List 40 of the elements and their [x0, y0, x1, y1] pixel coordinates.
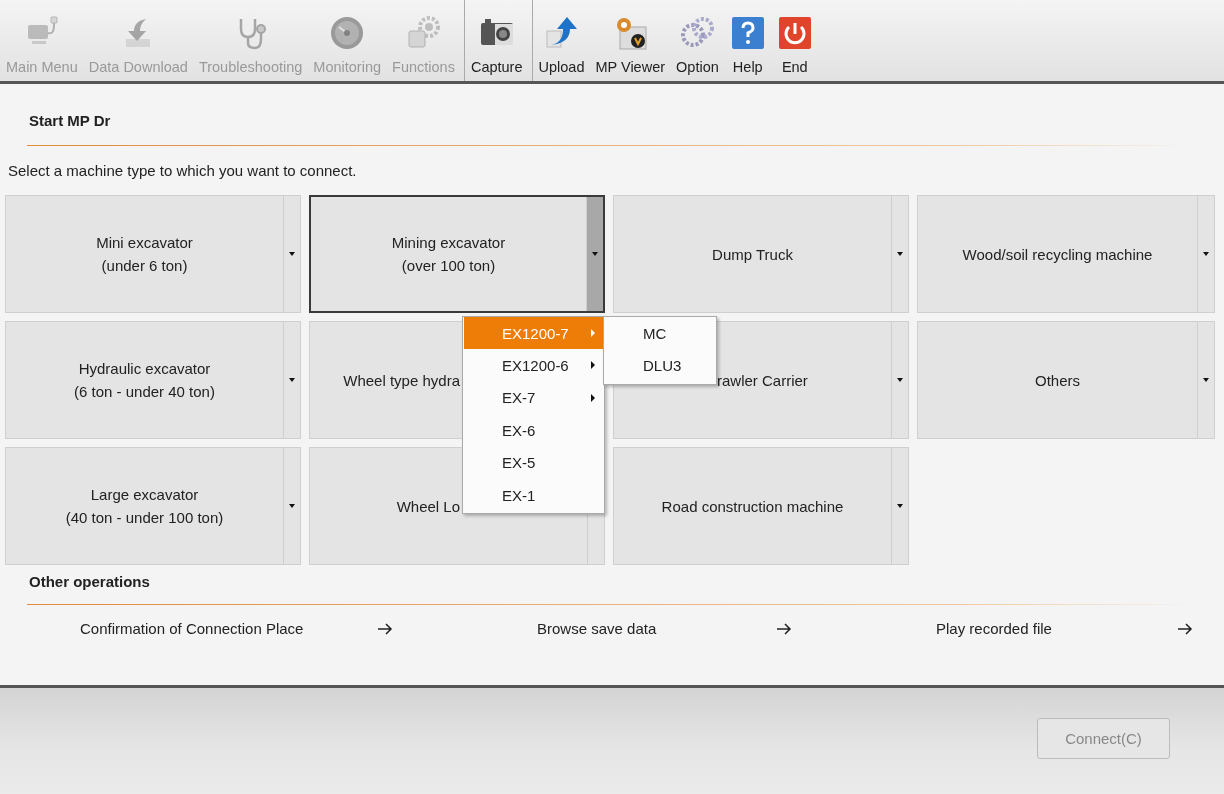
menu-item[interactable]: EX-7: [464, 381, 603, 415]
menu-item[interactable]: EX-6: [464, 414, 603, 447]
toolbar-button[interactable]: Capture: [466, 0, 527, 81]
section-title: Other operations: [28, 572, 151, 592]
toolbar-button[interactable]: Help: [725, 0, 770, 81]
caret-icon: [289, 378, 295, 382]
arrow-icon[interactable]: [377, 622, 393, 635]
menu-item[interactable]: EX-5: [464, 446, 603, 479]
submenu-arrow-icon: [591, 393, 595, 402]
caret-icon: [897, 252, 903, 256]
arrow-icon[interactable]: [776, 622, 792, 635]
section-title: Start MP Dr: [28, 111, 112, 131]
toolbar-button[interactable]: Option: [672, 0, 723, 81]
caret-icon: [289, 504, 295, 508]
toolbar-button[interactable]: End: [772, 0, 817, 81]
menu-item[interactable]: EX-1: [464, 478, 603, 512]
toolbar-button[interactable]: Upload: [534, 0, 589, 81]
menu-item[interactable]: MC: [605, 317, 715, 350]
gear-icon: [405, 15, 442, 51]
power-icon: [776, 15, 813, 51]
menu-item[interactable]: DLU3: [605, 349, 715, 382]
caret-icon: [289, 252, 295, 256]
submenu-arrow-icon: [591, 361, 595, 370]
instruction-text: Select a machine type to which you want to connect.: [7, 161, 358, 181]
menu-item[interactable]: EX1200-6: [464, 349, 603, 382]
caret-icon: [592, 252, 598, 256]
caret-icon: [1203, 378, 1209, 382]
gauge-icon: [329, 15, 366, 51]
dropdown-button[interactable]: [586, 197, 603, 311]
toolbar-button[interactable]: MP Viewer: [591, 0, 670, 81]
caret-icon: [897, 378, 903, 382]
upload-arrow-icon: [543, 15, 580, 51]
caret-icon: [897, 504, 903, 508]
help-icon: [729, 15, 766, 51]
caret-icon: [1203, 252, 1209, 256]
arrow-icon[interactable]: [1177, 622, 1193, 635]
operation-link[interactable]: Confirmation of Connection Place: [80, 620, 304, 637]
operation-link[interactable]: Browse save data: [537, 620, 657, 637]
operation-link[interactable]: Play recorded file: [936, 620, 1052, 637]
submenu-arrow-icon: [591, 329, 595, 337]
